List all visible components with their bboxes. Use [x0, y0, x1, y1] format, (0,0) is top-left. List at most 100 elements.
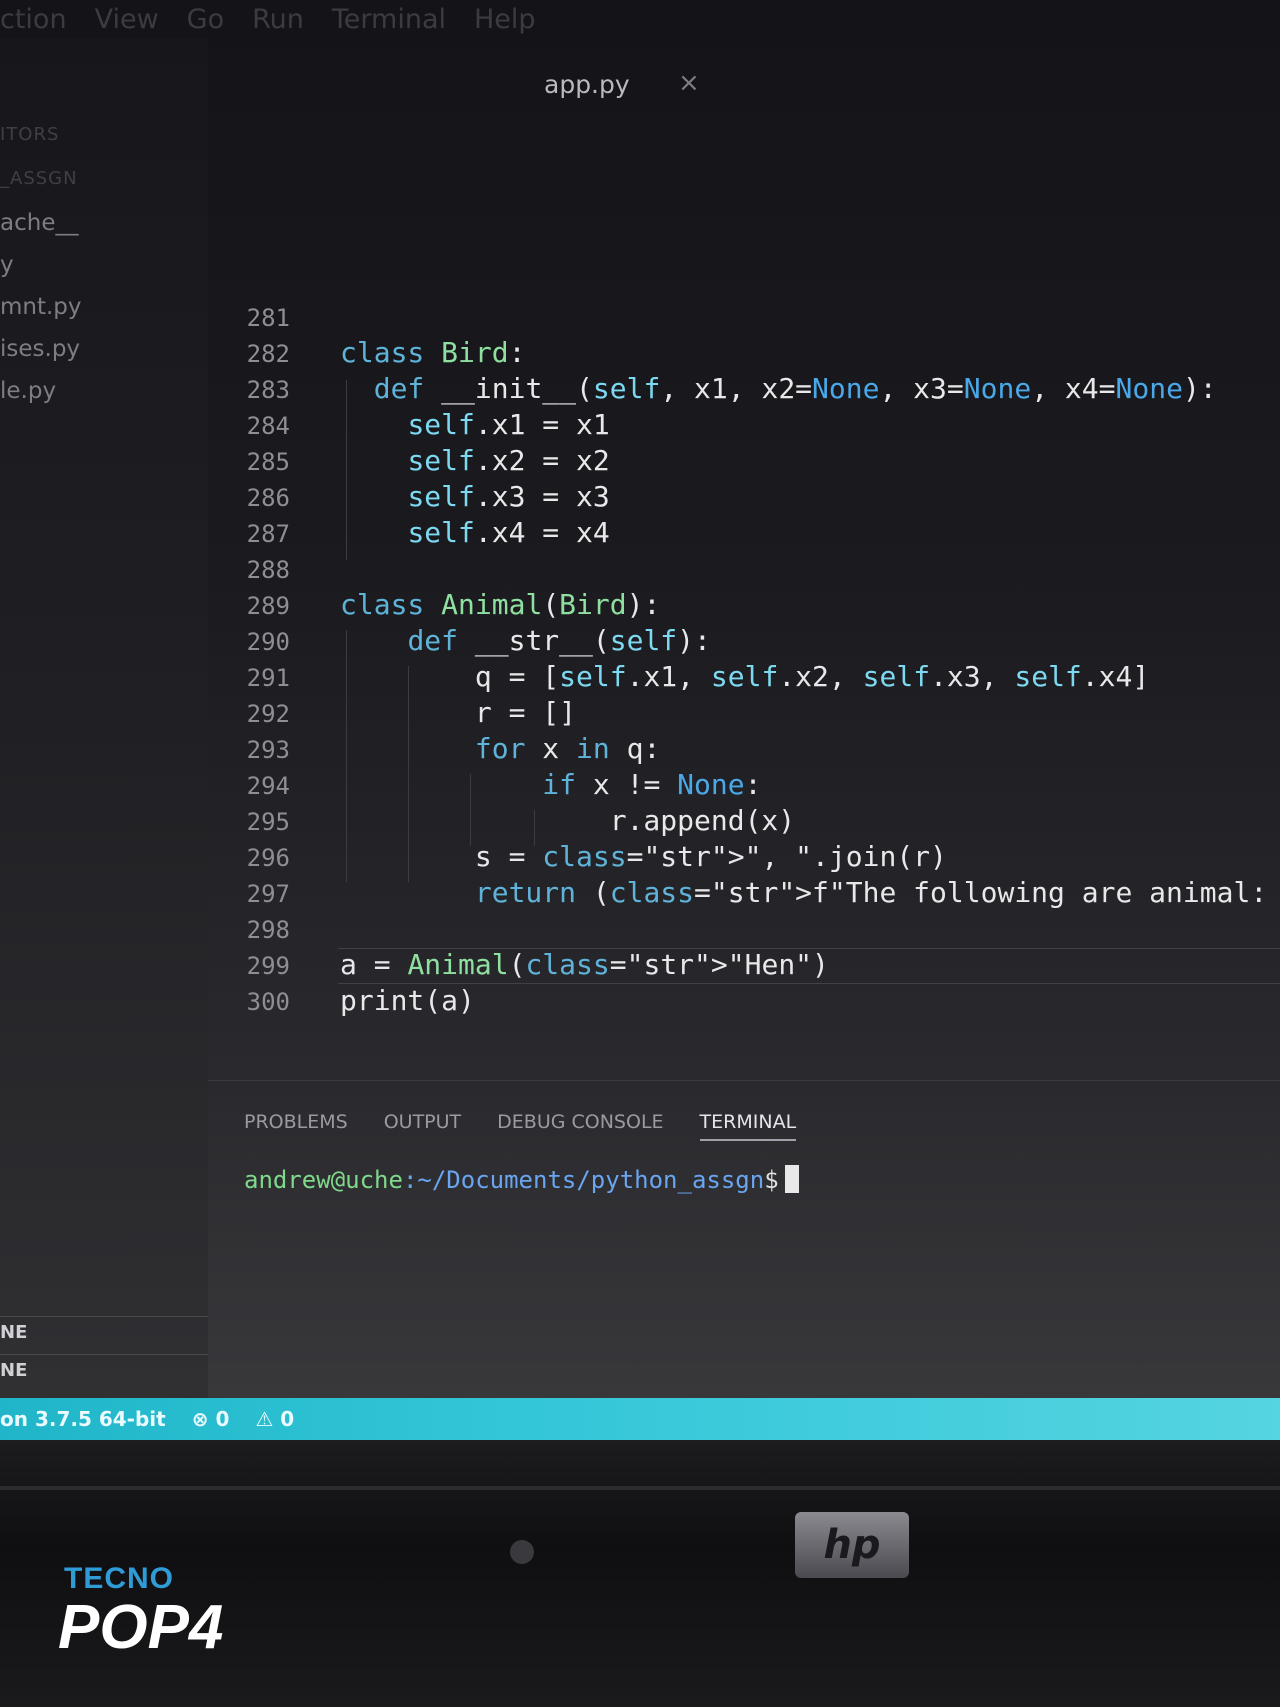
open-editors-header[interactable]: ITORS [0, 124, 59, 145]
code-text: if x != None: [542, 768, 762, 801]
code-line-current: 299 a = Animal(class="str">"Hen") [208, 948, 1280, 984]
code-line: 282 class Bird: [208, 336, 1280, 372]
code-text: self.x4 = x4 [407, 516, 610, 549]
terminal-prompt[interactable]: andrew@uche:~/Documents/python_assgn$ [244, 1165, 799, 1194]
webcam [510, 1540, 534, 1564]
code-text: return (class="str">f"The following are … [474, 876, 1268, 909]
project-folder-header[interactable]: _ASSGN [0, 168, 78, 189]
code-text: q = [self.x1, self.x2, self.x3, self.x4] [340, 660, 1150, 693]
line-number: 292 [246, 700, 290, 728]
code-text: print(a) [340, 984, 475, 1017]
code-text: r = [] [340, 696, 577, 729]
tab-app-py[interactable]: app.py [544, 70, 630, 99]
laptop-bezel: hp TECNO POP4 [0, 1440, 1280, 1707]
close-icon[interactable]: × [678, 68, 700, 98]
code-line: 297 return (class="str">f"The following … [208, 876, 1280, 912]
code-text: a = Animal(class="str">"Hen") [340, 948, 829, 981]
python-interpreter-status[interactable]: on 3.7.5 64-bit [0, 1407, 166, 1431]
code-text: for x in q: [474, 732, 661, 765]
menu-view[interactable]: View [95, 4, 159, 35]
line-number: 287 [246, 520, 290, 548]
code-line: 283 def __init__(self, x1, x2=None, x3=N… [208, 372, 1280, 408]
code-text: def __str__(self): [407, 624, 711, 657]
line-number: 295 [246, 808, 290, 836]
line-number: 298 [246, 916, 290, 944]
timeline-section-header[interactable]: NE [0, 1360, 27, 1381]
sidebar-divider [0, 1354, 208, 1355]
line-number: 284 [246, 412, 290, 440]
code-line: 295 r.append(x) [208, 804, 1280, 840]
errors-count[interactable]: ⊗ 0 [192, 1407, 230, 1431]
screen: ction View Go Run Terminal Help ITORS _A… [0, 0, 1280, 1440]
line-number: 291 [246, 664, 290, 692]
code-line: 289 class Animal(Bird): [208, 588, 1280, 624]
explorer-item-pycache[interactable]: ache__ [0, 210, 78, 236]
tab-terminal[interactable]: TERMINAL [699, 1111, 797, 1141]
line-number: 283 [246, 376, 290, 404]
line-number: 288 [246, 556, 290, 584]
bottom-panel: PROBLEMS OUTPUT DEBUG CONSOLE TERMINAL a… [208, 1080, 1280, 1400]
explorer-item-module[interactable]: le.py [0, 378, 56, 404]
hp-logo: hp [795, 1512, 909, 1578]
status-bar: on 3.7.5 64-bit ⊗ 0 ⚠ 0 [0, 1398, 1280, 1440]
code-editor[interactable]: 281 282 class Bird: 283 def __init__(sel… [208, 300, 1280, 1080]
line-number: 293 [246, 736, 290, 764]
line-number: 296 [246, 844, 290, 872]
prompt-user: andrew@uche [244, 1166, 403, 1194]
explorer-sidebar: ITORS _ASSGN ache__ y mnt.py ises.py le.… [0, 38, 208, 1398]
tab-output[interactable]: OUTPUT [384, 1111, 461, 1141]
panel-tabs: PROBLEMS OUTPUT DEBUG CONSOLE TERMINAL [244, 1111, 797, 1141]
code-line: 294 if x != None: [208, 768, 1280, 804]
line-number: 285 [246, 448, 290, 476]
line-number: 294 [246, 772, 290, 800]
menu-terminal[interactable]: Terminal [332, 4, 446, 35]
line-number: 297 [246, 880, 290, 908]
terminal-cursor [784, 1165, 799, 1193]
editor-tab-bar: app.py × [208, 58, 1280, 118]
code-line: 290 def __str__(self): [208, 624, 1280, 660]
code-text: r.append(x) [340, 804, 796, 837]
menu-bar: ction View Go Run Terminal Help [0, 0, 1280, 38]
line-number: 300 [246, 988, 290, 1016]
explorer-item-exercises[interactable]: ises.py [0, 336, 80, 362]
warnings-count[interactable]: ⚠ 0 [255, 1407, 294, 1431]
prompt-path: :~/Documents/python_assgn [402, 1166, 765, 1194]
code-line: 293 for x in q: [208, 732, 1280, 768]
menu-help[interactable]: Help [474, 4, 536, 35]
tab-debug-console[interactable]: DEBUG CONSOLE [497, 1111, 663, 1141]
code-line: 286 self.x3 = x3 [208, 480, 1280, 516]
code-text: self.x3 = x3 [407, 480, 610, 513]
outline-section-header[interactable]: NE [0, 1322, 27, 1343]
code-text: s = class="str">", ".join(r) [340, 840, 947, 873]
code-text: self.x2 = x2 [407, 444, 610, 477]
tab-problems[interactable]: PROBLEMS [244, 1111, 348, 1141]
line-number: 282 [246, 340, 290, 368]
sidebar-divider [0, 1316, 208, 1317]
code-line: 291 q = [self.x1, self.x2, self.x3, self… [208, 660, 1280, 696]
code-line: 284 self.x1 = x1 [208, 408, 1280, 444]
code-line: 292 r = [] [208, 696, 1280, 732]
menu-run[interactable]: Run [252, 4, 304, 35]
menu-go[interactable]: Go [187, 4, 224, 35]
explorer-item-assignment[interactable]: mnt.py [0, 294, 82, 320]
line-number: 299 [246, 952, 290, 980]
line-number: 281 [246, 304, 290, 332]
code-line: 281 [208, 300, 1280, 336]
code-line: 285 self.x2 = x2 [208, 444, 1280, 480]
code-line: 298 [208, 912, 1280, 948]
code-text: self.x1 = x1 [407, 408, 610, 441]
line-number: 290 [246, 628, 290, 656]
bezel-hinge [0, 1486, 1280, 1490]
code-line: 300 print(a) [208, 984, 1280, 1020]
code-text: class Animal(Bird): [340, 588, 661, 621]
code-line: 287 self.x4 = x4 [208, 516, 1280, 552]
code-line: 296 s = class="str">", ".join(r) [208, 840, 1280, 876]
watermark-model: POP4 [58, 1593, 224, 1662]
code-line: 288 [208, 552, 1280, 588]
prompt-symbol: $ [764, 1166, 779, 1194]
menu-selection[interactable]: ction [0, 4, 67, 35]
code-text: def __init__(self, x1, x2=None, x3=None,… [373, 372, 1217, 405]
explorer-item-file[interactable]: y [0, 252, 14, 278]
line-number: 289 [246, 592, 290, 620]
line-number: 286 [246, 484, 290, 512]
